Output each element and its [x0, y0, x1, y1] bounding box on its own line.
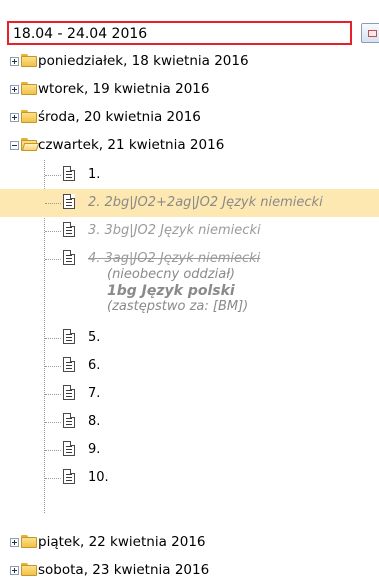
lesson-label: 7.	[88, 386, 101, 401]
day-label: piątek, 22 kwietnia 2016	[38, 534, 206, 550]
day-label: czwartek, 21 kwietnia 2016	[38, 137, 225, 153]
folder-icon	[21, 54, 37, 68]
lesson-item[interactable]: 7.	[0, 380, 379, 408]
document-icon	[63, 469, 75, 484]
document-icon	[63, 329, 75, 344]
toolbar: 18.04 - 24.04 2016	[0, 0, 379, 48]
day-label: poniedziałek, 18 kwietnia 2016	[38, 53, 249, 69]
folder-icon	[21, 535, 37, 549]
folder-icon	[21, 563, 37, 577]
folder-open-icon	[21, 138, 40, 152]
date-range-input[interactable]: 18.04 - 24.04 2016	[7, 21, 352, 45]
lesson-label: 6.	[88, 358, 101, 373]
lesson-item[interactable]: 8.	[0, 408, 379, 436]
expand-icon[interactable]	[10, 85, 19, 94]
lesson-label: 9.	[88, 442, 101, 457]
lesson-item-selected[interactable]: 2. 2bg|JO2+2ag|JO2 Język niemiecki	[0, 189, 379, 217]
document-icon	[63, 194, 75, 209]
document-icon	[63, 250, 75, 265]
calendar-button[interactable]	[361, 23, 379, 43]
document-icon	[63, 385, 75, 400]
tree-day-item[interactable]: środa, 20 kwietnia 2016	[0, 104, 379, 132]
lesson-label: 2. 2bg|JO2+2ag|JO2 Język niemiecki	[88, 195, 323, 210]
document-icon	[63, 413, 75, 428]
document-icon	[63, 222, 75, 237]
folder-icon	[21, 82, 37, 96]
tree-day-item[interactable]: poniedziałek, 18 kwietnia 2016	[0, 48, 379, 76]
tree-day-item-expanded[interactable]: czwartek, 21 kwietnia 2016	[0, 132, 379, 160]
expand-icon[interactable]	[10, 538, 19, 547]
folder-icon	[21, 110, 37, 124]
document-icon	[63, 357, 75, 372]
day-label: wtorek, 19 kwietnia 2016	[38, 81, 210, 97]
absent-note: (nieobecny oddział)	[107, 267, 236, 282]
expand-icon[interactable]	[10, 113, 19, 122]
collapse-icon[interactable]	[10, 141, 19, 150]
lesson-label: 3. 3bg|JO2 Język niemiecki	[88, 223, 261, 238]
substitute-lesson: 1bg Język polski	[107, 283, 235, 299]
lesson-item-substituted[interactable]: 4. 3ag|JO2 Język niemiecki (nieobecny od…	[0, 245, 379, 323]
expand-icon[interactable]	[10, 566, 19, 575]
lesson-label: 4. 3ag|JO2 Język niemiecki	[88, 251, 261, 266]
lesson-item[interactable]: 6.	[0, 352, 379, 380]
day-label: środa, 20 kwietnia 2016	[38, 109, 201, 125]
lesson-item[interactable]: 3. 3bg|JO2 Język niemiecki	[0, 217, 379, 245]
calendar-icon	[368, 30, 377, 37]
expand-icon[interactable]	[10, 57, 19, 66]
day-label: sobota, 23 kwietnia 2016	[38, 562, 210, 578]
document-icon	[63, 166, 75, 181]
lesson-item[interactable]: 10.	[0, 464, 379, 492]
substitute-for: (zastępstwo za: [BM])	[107, 299, 249, 314]
lesson-label: 1.	[88, 167, 101, 182]
lesson-label: 5.	[88, 330, 101, 345]
document-icon	[63, 441, 75, 456]
lesson-item[interactable]: 5.	[0, 324, 379, 352]
lesson-label: 10.	[88, 470, 109, 485]
lesson-item[interactable]: 9.	[0, 436, 379, 464]
tree-day-item[interactable]: wtorek, 19 kwietnia 2016	[0, 76, 379, 104]
tree-day-item[interactable]: sobota, 23 kwietnia 2016	[0, 557, 379, 585]
lesson-label: 8.	[88, 414, 101, 429]
tree-day-item[interactable]: piątek, 22 kwietnia 2016	[0, 529, 379, 557]
lesson-item[interactable]: 1.	[0, 161, 379, 189]
